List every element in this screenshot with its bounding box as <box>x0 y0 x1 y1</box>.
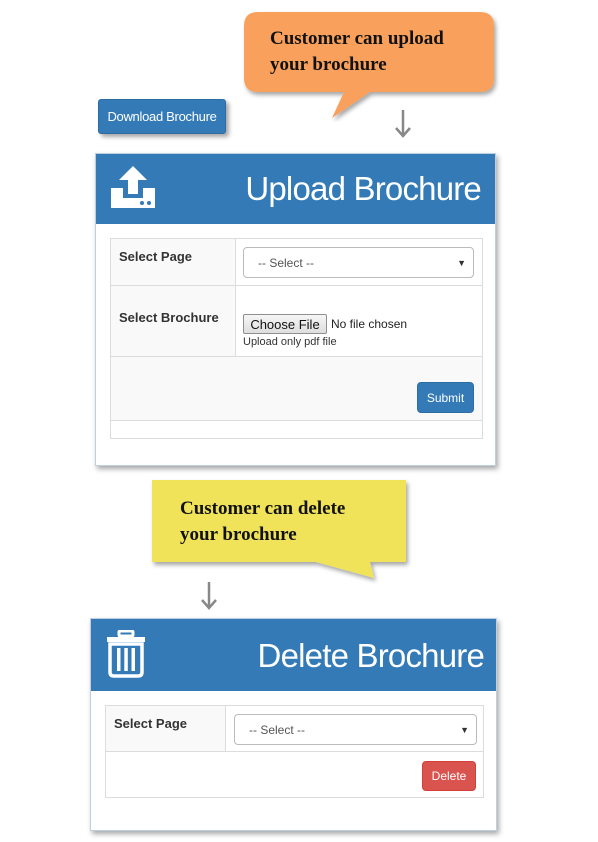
upload-panel-title: Upload Brochure <box>245 170 481 207</box>
select-brochure-label: Select Brochure <box>119 310 219 325</box>
caret-down-icon: ▼ <box>460 725 469 735</box>
select-page-label: Select Page <box>119 249 192 264</box>
delete-page-select[interactable]: -- Select -- ▼ <box>234 714 477 745</box>
delete-button[interactable]: Delete <box>422 761 476 791</box>
select-brochure-row: Select Brochure Choose File No file chos… <box>111 286 482 357</box>
delete-callout-line1: Customer can delete <box>180 498 346 519</box>
file-help-text: Upload only pdf file <box>243 336 337 348</box>
submit-button[interactable]: Submit <box>417 382 474 413</box>
download-brochure-button[interactable]: Download Brochure <box>98 99 226 134</box>
delete-panel-title: Delete Brochure <box>257 637 485 674</box>
arrow-down-icon <box>395 110 411 138</box>
page-select-value: -- Select -- <box>249 722 306 737</box>
delete-callout: Customer can delete your brochure <box>148 478 412 584</box>
upload-icon <box>111 166 155 208</box>
upload-panel-header: Upload Brochure <box>96 154 495 224</box>
select-page-row: Select Page -- Select -- ▼ <box>111 239 482 286</box>
delete-brochure-panel: Delete Brochure Select Page -- Select --… <box>90 618 497 831</box>
upload-callout: Customer can upload your brochure <box>240 10 500 122</box>
upload-callout-line1: Customer can upload <box>270 28 444 49</box>
upload-callout-line2: your brochure <box>270 54 387 75</box>
page-select[interactable]: -- Select -- ▼ <box>243 247 474 278</box>
delete-form-table: Select Page -- Select -- ▼ Delete <box>105 705 484 798</box>
page-select-value: -- Select -- <box>258 255 315 270</box>
select-page-label: Select Page <box>114 716 187 731</box>
file-input-cell: Choose File No file chosen Upload only p… <box>236 286 482 356</box>
delete-panel-header: Delete Brochure <box>91 619 496 691</box>
delete-callout-line2: your brochure <box>180 524 297 545</box>
upload-brochure-panel: Upload Brochure Select Page -- Select --… <box>95 153 496 466</box>
upload-form-table: Select Page -- Select -- ▼ Select Brochu… <box>110 238 483 439</box>
caret-down-icon: ▼ <box>457 258 466 268</box>
select-page-row: Select Page -- Select -- ▼ <box>106 706 483 752</box>
delete-button-row: Delete <box>106 752 483 798</box>
submit-row: Submit <box>111 357 482 421</box>
choose-file-button[interactable]: Choose File <box>243 314 327 334</box>
trash-icon <box>107 630 145 678</box>
file-status-text: No file chosen <box>331 317 408 331</box>
arrow-down-icon <box>201 582 217 610</box>
